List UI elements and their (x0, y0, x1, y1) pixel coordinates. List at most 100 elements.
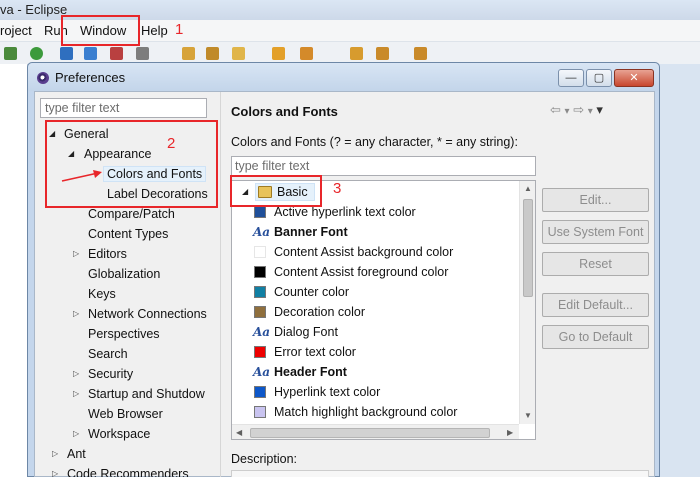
tree-item-web-browser[interactable]: Web Browser (88, 405, 163, 423)
annotation-arrow-icon (61, 170, 102, 182)
list-item-counter-color[interactable]: Counter color (254, 282, 349, 302)
use-system-font-button[interactable]: Use System Font (542, 220, 649, 244)
list-item-label: Decoration color (274, 305, 366, 319)
reset-button[interactable]: Reset (542, 252, 649, 276)
tree-item-globalization[interactable]: Globalization (88, 265, 160, 283)
horizontal-scroll-thumb[interactable] (250, 428, 490, 438)
font-icon: Aa (253, 325, 271, 339)
tree-item-search[interactable]: Search (88, 345, 128, 363)
toolbar-icon[interactable] (84, 47, 97, 60)
toolbar-icon[interactable] (60, 47, 73, 60)
tree-item-label: Search (88, 347, 128, 361)
tree-item-keys[interactable]: Keys (88, 285, 116, 303)
close-button[interactable]: ✕ (614, 69, 654, 87)
page-title: Colors and Fonts (231, 104, 338, 119)
vertical-scrollbar[interactable]: ▲ ▼ (519, 181, 535, 424)
color-swatch (254, 406, 266, 418)
colors-fonts-tree: ◢ Basic Active hyperlink text color Aa B… (231, 180, 536, 440)
list-item-banner-font[interactable]: Aa Banner Font (253, 222, 348, 242)
run-icon[interactable] (30, 47, 43, 60)
tree-item-content-types[interactable]: Content Types (88, 225, 168, 243)
annotation-box-window (61, 15, 140, 46)
list-item-match-highlight-bg[interactable]: Match highlight background color (254, 402, 458, 422)
back-menu-icon[interactable]: ▾ (565, 106, 570, 117)
minimize-button[interactable]: — (558, 69, 584, 87)
toolbar-icon[interactable] (206, 47, 219, 60)
toolbar-icon[interactable] (350, 47, 363, 60)
forward-icon[interactable]: ⇨ (573, 102, 584, 117)
toolbar-icon[interactable] (136, 47, 149, 60)
toolbar-icon[interactable] (182, 47, 195, 60)
collapsed-twisty-icon[interactable]: ▷ (52, 445, 58, 463)
window-title: va - Eclipse (0, 2, 68, 17)
tree-item-label: Compare/Patch (88, 207, 175, 221)
description-label: Description: (231, 452, 297, 466)
horizontal-scrollbar[interactable]: ◀ ▶ (232, 424, 519, 439)
collapsed-twisty-icon[interactable]: ▷ (73, 305, 79, 323)
collapsed-twisty-icon[interactable]: ▷ (52, 465, 58, 477)
back-icon[interactable]: ⇦ (550, 102, 561, 117)
scroll-up-icon[interactable]: ▲ (524, 184, 532, 193)
list-item-decoration-color[interactable]: Decoration color (254, 302, 366, 322)
collapsed-twisty-icon[interactable]: ▷ (73, 385, 79, 403)
edit-default-button[interactable]: Edit Default... (542, 293, 649, 317)
annotation-number: 2 (167, 135, 176, 152)
go-to-default-button[interactable]: Go to Default (542, 325, 649, 349)
tree-item-perspectives[interactable]: Perspectives (88, 325, 160, 343)
list-item-content-assist-bg[interactable]: Content Assist background color (254, 242, 453, 262)
scroll-right-icon[interactable]: ▶ (507, 428, 513, 437)
list-item-label: Error text color (274, 345, 356, 359)
vertical-scroll-thumb[interactable] (523, 199, 533, 297)
description-box (231, 470, 649, 477)
tree-item-label: Security (88, 367, 134, 381)
scroll-left-icon[interactable]: ◀ (236, 428, 242, 437)
dialog-titlebar: Preferences — ▢ ✕ (28, 63, 659, 91)
collapsed-twisty-icon[interactable]: ▷ (73, 365, 79, 383)
tree-item-label: Perspectives (88, 327, 160, 341)
dialog-title: Preferences (55, 70, 126, 85)
collapsed-twisty-icon[interactable]: ▷ (73, 245, 79, 263)
annotation-box-basic (230, 175, 322, 207)
list-item-label: Banner Font (274, 225, 348, 239)
forward-menu-icon[interactable]: ▾ (588, 106, 593, 117)
list-item-error-text-color[interactable]: Error text color (254, 342, 356, 362)
view-menu-icon[interactable]: ▾ (596, 102, 603, 117)
colors-fonts-filter-input[interactable]: type filter text (231, 156, 536, 176)
toolbar-icon[interactable] (300, 47, 313, 60)
list-item-label: Hyperlink text color (274, 385, 381, 399)
tree-item-label: Ant (67, 447, 86, 461)
toolbar-icon[interactable] (4, 47, 17, 60)
panel-divider[interactable] (220, 92, 221, 477)
list-item-content-assist-fg[interactable]: Content Assist foreground color (254, 262, 449, 282)
toolbar-icon[interactable] (272, 47, 285, 60)
list-item-label: Match highlight background color (274, 405, 458, 419)
list-item-label: Dialog Font (274, 325, 338, 339)
menu-help[interactable]: Help (141, 23, 168, 38)
color-swatch (254, 306, 266, 318)
edit-button[interactable]: Edit... (542, 188, 649, 212)
page-navigation: ⇦ ▾ ⇨ ▾ ▾ (550, 102, 603, 118)
color-swatch (254, 346, 266, 358)
tree-item-label: Content Types (88, 227, 169, 241)
toolbar-icon[interactable] (232, 47, 245, 60)
list-item-header-font[interactable]: Aa Header Font (253, 362, 347, 382)
list-item-label: Active hyperlink text color (274, 205, 416, 219)
list-item-dialog-font[interactable]: Aa Dialog Font (253, 322, 338, 342)
menu-project[interactable]: roject (0, 23, 32, 38)
list-item-label: Content Assist foreground color (274, 265, 449, 279)
eclipse-icon (37, 72, 49, 84)
forward-icon[interactable] (414, 47, 427, 60)
annotation-number: 3 (333, 180, 342, 197)
list-item-hyperlink-color[interactable]: Hyperlink text color (254, 382, 381, 402)
tree-item-label: Keys (88, 287, 116, 301)
preferences-filter-input[interactable]: type filter text (40, 98, 207, 118)
color-swatch (254, 386, 266, 398)
tree-item-label: Web Browser (88, 407, 163, 421)
font-icon: Aa (253, 225, 271, 239)
toolbar-icon[interactable] (110, 47, 123, 60)
scroll-down-icon[interactable]: ▼ (524, 411, 532, 420)
back-icon[interactable] (376, 47, 389, 60)
tree-item-label: Workspace (88, 427, 151, 441)
maximize-button[interactable]: ▢ (586, 69, 612, 87)
collapsed-twisty-icon[interactable]: ▷ (73, 425, 79, 443)
